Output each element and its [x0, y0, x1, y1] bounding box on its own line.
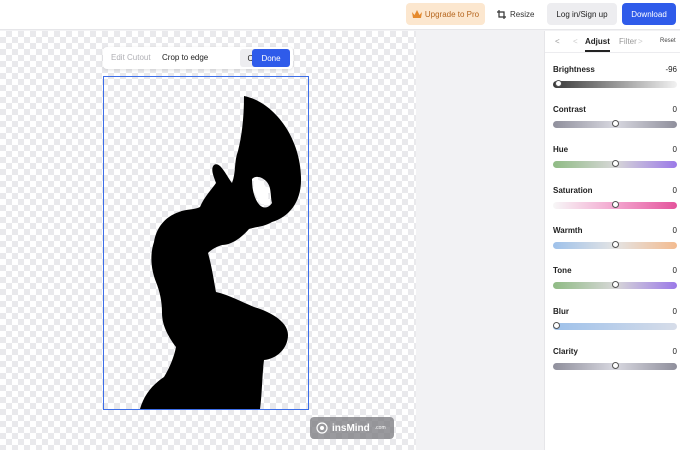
cutout-toolbar: Edit Cutout Crop to edge Cancel Done [103, 47, 293, 69]
insmind-logo-icon [316, 422, 328, 434]
edit-cutout-button[interactable]: Edit Cutout [111, 53, 151, 62]
clarity-label: Clarity [553, 347, 578, 356]
back-button[interactable]: < [555, 37, 560, 46]
insmind-watermark: insMind .com [310, 417, 394, 439]
adjust-panel: < < Adjust Filter > Reset Brightness -96 C… [544, 31, 680, 450]
done-button[interactable]: Done [252, 49, 290, 67]
warmth-label: Warmth [553, 226, 583, 235]
contrast-label: Contrast [553, 105, 586, 114]
brightness-slider-thumb[interactable] [555, 80, 563, 87]
resize-button[interactable]: Resize [497, 3, 539, 25]
crown-icon [411, 10, 422, 18]
canvas-margin [416, 31, 544, 450]
tone-label: Tone [553, 266, 572, 275]
blur-value: 0 [672, 307, 677, 316]
contrast-value: 0 [672, 105, 677, 114]
adjust-row-blur: Blur 0 [553, 307, 677, 337]
hue-value: 0 [672, 145, 677, 154]
brightness-slider[interactable] [553, 80, 677, 88]
download-button[interactable]: Download [622, 3, 676, 25]
adjust-row-warmth: Warmth 0 [553, 226, 677, 256]
saturation-label: Saturation [553, 186, 593, 195]
warmth-slider[interactable] [553, 241, 677, 249]
resize-label: Resize [510, 9, 535, 19]
cutout-silhouette-image [140, 96, 302, 409]
tab-adjust[interactable]: Adjust [585, 37, 610, 52]
tone-value: 0 [672, 266, 677, 275]
brightness-label: Brightness [553, 65, 595, 74]
blur-label: Blur [553, 307, 569, 316]
tone-slider[interactable] [553, 281, 677, 289]
tab-filter[interactable]: Filter [619, 37, 637, 46]
upgrade-label: Upgrade to Pro [424, 9, 480, 19]
brightness-value: -96 [665, 65, 677, 74]
panel-tabs: < < Adjust Filter > Reset [545, 31, 680, 53]
hue-slider[interactable] [553, 160, 677, 168]
hue-label: Hue [553, 145, 569, 154]
crop-to-edge-button[interactable]: Crop to edge [162, 53, 208, 62]
reset-button[interactable]: Reset [660, 38, 676, 44]
warmth-value: 0 [672, 226, 677, 235]
contrast-slider[interactable] [553, 120, 677, 128]
download-label: Download [631, 9, 667, 19]
adjust-row-tone: Tone 0 [553, 266, 677, 296]
saturation-slider-thumb[interactable] [612, 201, 619, 208]
watermark-brand: insMind [332, 422, 370, 434]
contrast-slider-thumb[interactable] [612, 120, 619, 127]
adjust-row-clarity: Clarity 0 [553, 347, 677, 377]
clarity-slider-thumb[interactable] [612, 362, 619, 369]
tone-slider-thumb[interactable] [612, 281, 619, 288]
clarity-slider[interactable] [553, 362, 677, 370]
saturation-slider[interactable] [553, 201, 677, 209]
watermark-suffix: .com [374, 425, 386, 431]
adjust-row-saturation: Saturation 0 [553, 186, 677, 216]
tabs-prev-arrow[interactable]: < [573, 37, 578, 46]
blur-slider-thumb[interactable] [553, 322, 560, 329]
clarity-value: 0 [672, 347, 677, 356]
saturation-value: 0 [672, 186, 677, 195]
tabs-next-arrow[interactable]: > [638, 37, 643, 46]
warmth-slider-thumb[interactable] [612, 241, 619, 248]
adjust-row-brightness: Brightness -96 [553, 65, 677, 95]
hue-slider-thumb[interactable] [612, 160, 619, 167]
login-label: Log in/Sign up [556, 9, 608, 19]
blur-slider[interactable] [553, 322, 677, 330]
adjust-row-hue: Hue 0 [553, 145, 677, 175]
top-bar: Upgrade to Pro Resize Log in/Sign up Dow… [0, 0, 680, 30]
login-signup-button[interactable]: Log in/Sign up [547, 3, 617, 25]
adjust-row-contrast: Contrast 0 [553, 105, 677, 135]
crop-resize-icon [497, 9, 506, 19]
upgrade-to-pro-button[interactable]: Upgrade to Pro [406, 3, 485, 25]
